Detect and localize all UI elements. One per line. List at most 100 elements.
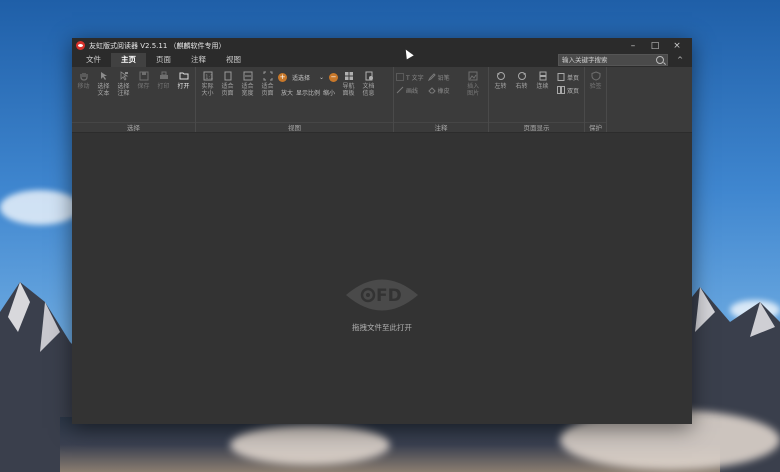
single-page-icon (557, 73, 565, 81)
tab-home[interactable]: 主页 (111, 53, 146, 67)
open-file-button[interactable]: 打开 (174, 71, 193, 90)
cloud (0, 190, 80, 225)
group-label: 选择 (72, 122, 195, 132)
tool-label: 适合 页面 (261, 83, 274, 97)
print-icon (159, 71, 168, 79)
annotation-select-icon (120, 71, 128, 81)
search-box (558, 54, 668, 66)
minimize-button[interactable]: – (622, 38, 644, 53)
pencil-tool[interactable]: 铅笔 (427, 72, 450, 82)
logo-text: FD (376, 286, 402, 306)
mist (230, 425, 390, 465)
close-button[interactable]: × (666, 38, 688, 53)
tool-label: 文档 信息 (362, 83, 375, 97)
doc-info-icon (365, 71, 373, 81)
rotate-right-icon (517, 72, 526, 80)
page-display-group: 左转 右转 连续 单页 双页 页面显示 (489, 67, 585, 132)
folder-open-icon (179, 72, 188, 80)
group-label: 保护 (585, 122, 606, 132)
zoom-out-icon[interactable]: − (329, 73, 338, 82)
fit-width-button[interactable]: 适合 宽度 (238, 71, 257, 97)
maximize-button[interactable]: □ (644, 38, 666, 53)
tool-label: 橡皮 (437, 87, 450, 95)
search-icon[interactable] (656, 56, 664, 64)
group-label: 注释 (394, 122, 488, 132)
line-tool[interactable]: 画线 (396, 85, 424, 95)
fit-page-icon (224, 71, 231, 81)
ribbon-collapse-button[interactable]: ^ (674, 54, 686, 66)
tab-annotation[interactable]: 注释 (181, 53, 216, 67)
double-page-button[interactable]: 双页 (557, 85, 579, 95)
annotation-group: T 文字 画线 铅笔 橡皮 插入 图片 注释 (394, 67, 489, 132)
single-page-button[interactable]: 单页 (557, 72, 579, 82)
tool-label: 打印 (157, 83, 170, 90)
menu-bar: 文件 主页 页面 注释 视图 ^ (72, 53, 692, 67)
tool-label: 选择 文本 (97, 83, 110, 97)
document-drop-area[interactable]: FD 拖拽文件至此打开 (72, 133, 692, 424)
ribbon-toolbar: 移动 选择 文本 选择 注释 保存 打印 打开 选择 1:1 实际 大小 适合 … (72, 67, 692, 133)
eraser-icon (427, 87, 436, 94)
zoom-ratio-select[interactable]: 适选择 ⌄ (290, 72, 326, 83)
title-bar: 友虹版式阅读器 V2.5.11 （麒麟软件专用） – □ × (72, 38, 692, 53)
fit-visible-icon (263, 71, 272, 81)
insert-image-button[interactable]: 插入 图片 (464, 71, 483, 97)
tool-label: 导航 面板 (342, 83, 355, 97)
nav-panel-icon (344, 72, 353, 80)
tool-label: 移动 (77, 83, 90, 90)
ribbon-filler (607, 67, 692, 132)
tool-label: 适合 宽度 (241, 83, 254, 97)
tool-label: T 文字 (406, 74, 424, 82)
zoom-out-label[interactable]: 缩小 (323, 88, 335, 97)
continuous-button[interactable]: 连续 (533, 71, 552, 90)
tab-view[interactable]: 视图 (216, 53, 251, 67)
shield-icon (591, 71, 600, 81)
cursor-select-icon (100, 72, 107, 80)
rotate-right-button[interactable]: 右转 (512, 71, 531, 90)
fd-logo-icon: FD (346, 279, 418, 311)
nav-panel-button[interactable]: 导航 面板 (339, 71, 358, 97)
chevron-down-icon: ⌄ (318, 74, 324, 81)
svg-text:1:1: 1:1 (205, 75, 213, 81)
fit-page-button[interactable]: 适合 页面 (218, 71, 237, 97)
tool-label: 铅笔 (437, 74, 450, 82)
tool-label: 右转 (515, 83, 528, 90)
app-logo-icon (76, 41, 85, 50)
search-input[interactable] (562, 56, 656, 64)
save-button[interactable]: 保存 (134, 71, 153, 90)
drop-hint-text: 拖拽文件至此打开 (352, 323, 412, 332)
zoom-ratio-label: 显示比例 (295, 90, 320, 97)
fit-width-icon (243, 71, 252, 81)
fit-visible-button[interactable]: 适合 页面 (258, 71, 277, 97)
tool-label: 画线 (406, 87, 419, 95)
zoom-in-icon[interactable]: + (278, 73, 287, 82)
group-label: 视图 (196, 122, 393, 132)
group-label: 页面显示 (489, 122, 584, 132)
insert-image-icon (468, 71, 478, 81)
tab-file[interactable]: 文件 (76, 53, 111, 67)
reader-window: 友虹版式阅读器 V2.5.11 （麒麟软件专用） – □ × 文件 主页 页面 … (72, 38, 692, 424)
actual-size-button[interactable]: 1:1 实际 大小 (198, 71, 217, 97)
save-icon (139, 71, 148, 81)
tool-label: 连续 (536, 83, 549, 90)
continuous-icon (539, 71, 546, 81)
tab-page[interactable]: 页面 (146, 53, 181, 67)
select-text-button[interactable]: 选择 文本 (94, 71, 113, 97)
text-box-icon (396, 73, 404, 81)
text-box-tool[interactable]: T 文字 (396, 72, 424, 82)
zoom-ratio-value: 适选择 (292, 75, 311, 82)
eraser-tool[interactable]: 橡皮 (427, 85, 450, 95)
doc-info-button[interactable]: 文档 信息 (359, 71, 378, 97)
rotate-left-button[interactable]: 左转 (491, 71, 510, 90)
tool-label: 实际 大小 (201, 83, 214, 97)
tool-label: 选择 注释 (117, 83, 130, 97)
select-group: 移动 选择 文本 选择 注释 保存 打印 打开 选择 (72, 67, 196, 132)
select-annotation-button[interactable]: 选择 注释 (114, 71, 133, 97)
print-button[interactable]: 打印 (154, 71, 173, 90)
zoom-in-label[interactable]: 放大 (281, 88, 293, 97)
zoom-control: + 适选择 ⌄ − 放大 显示比例 缩小 (278, 71, 338, 97)
verify-signature-button[interactable]: 验签 (587, 71, 604, 90)
tool-label: 双页 (567, 87, 580, 95)
tool-label: 验签 (589, 83, 602, 90)
double-page-icon (557, 86, 565, 94)
move-tool-button[interactable]: 移动 (74, 71, 93, 90)
